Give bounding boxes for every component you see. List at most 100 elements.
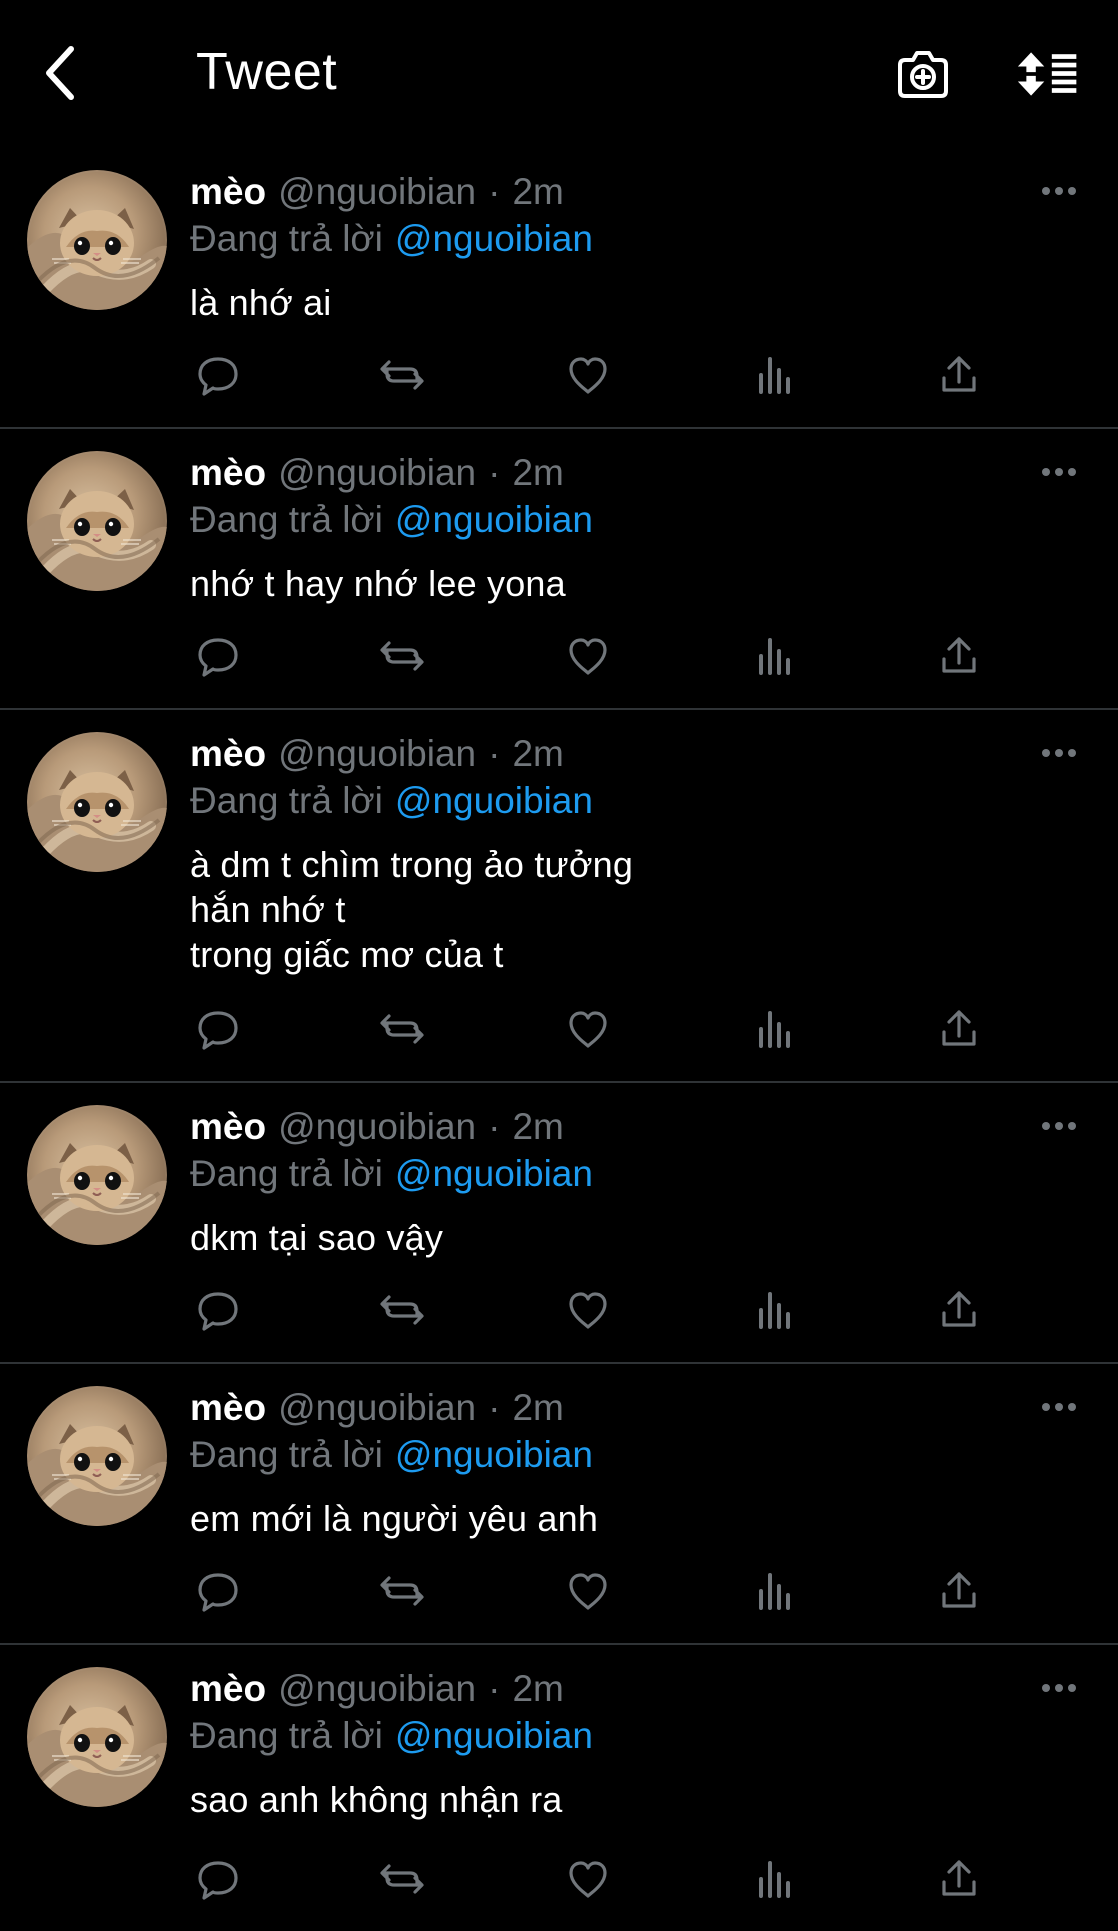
more-button[interactable] [1036,453,1082,491]
more-button[interactable] [1036,172,1082,210]
views-button[interactable] [746,628,802,684]
more-button[interactable] [1036,1107,1082,1145]
tweet-time[interactable]: 2m [512,1665,563,1713]
reply-button[interactable] [190,347,246,403]
analytics-icon [759,1011,790,1048]
views-button[interactable] [746,1851,802,1907]
tweet-time[interactable]: 2m [512,1103,563,1151]
tweet-meta: mèo @nguoibian · 2m [190,1384,1080,1432]
share-icon [942,1291,976,1327]
reply-to-handle[interactable]: @nguoibian [395,218,593,259]
reply-context: Đang trả lời @nguoibian [190,1432,1080,1478]
retweet-icon [380,641,424,671]
tweet-time[interactable]: 2m [512,449,563,497]
like-button[interactable] [560,628,616,684]
author-name[interactable]: mèo [190,1103,266,1151]
views-button[interactable] [746,1001,802,1057]
share-button[interactable] [931,1851,987,1907]
camera-button[interactable] [890,44,956,104]
retweet-button[interactable] [374,1563,430,1619]
retweet-button[interactable] [374,628,430,684]
author-handle[interactable]: @nguoibian [278,449,476,497]
author-name[interactable]: mèo [190,449,266,497]
tweet-text: dkm tại sao vậy [190,1217,444,1258]
author-name[interactable]: mèo [190,168,266,216]
author-name[interactable]: mèo [190,730,266,778]
share-button[interactable] [931,1001,987,1057]
share-button[interactable] [931,628,987,684]
views-button[interactable] [746,347,802,403]
author-name[interactable]: mèo [190,1665,266,1713]
views-button[interactable] [746,1563,802,1619]
more-horizontal-icon [1042,1403,1076,1411]
author-handle[interactable]: @nguoibian [278,730,476,778]
back-button[interactable] [30,36,90,110]
avatar[interactable] [27,1386,167,1526]
author-name[interactable]: mèo [190,1384,266,1432]
cat-avatar-icon [27,1705,167,1807]
retweet-button[interactable] [374,1851,430,1907]
tweet[interactable]: mèo @nguoibian · 2m Đang trả lời @nguoibi… [0,148,1118,429]
top-bar: Tweet [0,0,1118,148]
reply-button[interactable] [190,1282,246,1338]
like-button[interactable] [560,1563,616,1619]
reply-to-handle[interactable]: @nguoibian [395,1715,593,1756]
views-button[interactable] [746,1282,802,1338]
tweet[interactable]: mèo @nguoibian · 2m Đang trả lời @nguoibi… [0,710,1118,1083]
sort-button[interactable] [1016,44,1082,104]
more-horizontal-icon [1042,468,1076,476]
reply-button[interactable] [190,1851,246,1907]
tweet[interactable]: mèo @nguoibian · 2m Đang trả lời @nguoibi… [0,1364,1118,1645]
author-handle[interactable]: @nguoibian [278,168,476,216]
reply-label: Đang trả lời [190,218,383,259]
share-button[interactable] [931,347,987,403]
tweet[interactable]: mèo @nguoibian · 2m Đang trả lời @nguoibi… [0,1083,1118,1364]
avatar[interactable] [27,1105,167,1245]
like-button[interactable] [560,1282,616,1338]
author-handle[interactable]: @nguoibian [278,1665,476,1713]
tweet-time[interactable]: 2m [512,168,563,216]
reply-button[interactable] [190,1001,246,1057]
reply-context: Đang trả lời @nguoibian [190,216,1080,262]
like-button[interactable] [560,1851,616,1907]
tweet-meta: mèo @nguoibian · 2m [190,730,1080,778]
tweet[interactable]: mèo @nguoibian · 2m Đang trả lời @nguoibi… [0,429,1118,710]
reply-to-handle[interactable]: @nguoibian [395,780,593,821]
more-button[interactable] [1036,1669,1082,1707]
avatar[interactable] [27,1667,167,1807]
tweet-meta: mèo @nguoibian · 2m [190,449,1080,497]
reply-to-handle[interactable]: @nguoibian [395,1434,593,1475]
reply-to-handle[interactable]: @nguoibian [395,499,593,540]
tweet-actions [190,1851,986,1907]
reply-to-handle[interactable]: @nguoibian [395,1153,593,1194]
share-button[interactable] [931,1282,987,1338]
author-handle[interactable]: @nguoibian [278,1384,476,1432]
share-button[interactable] [931,1563,987,1619]
retweet-button[interactable] [374,1282,430,1338]
heart-icon [569,1292,607,1329]
tweet-time[interactable]: 2m [512,1384,563,1432]
more-button[interactable] [1036,734,1082,772]
more-button[interactable] [1036,1388,1082,1426]
cat-avatar-icon [27,1424,167,1526]
author-handle[interactable]: @nguoibian [278,1103,476,1151]
share-icon [942,1860,976,1896]
meta-separator: · [488,171,501,212]
tweet-actions [190,1001,986,1057]
retweet-button[interactable] [374,1001,430,1057]
tweet-time[interactable]: 2m [512,730,563,778]
reply-context: Đang trả lời @nguoibian [190,778,1080,824]
avatar[interactable] [27,451,167,591]
tweet-content: mèo @nguoibian · 2m Đang trả lời @nguoibi… [190,168,1080,325]
retweet-icon [380,1014,424,1044]
reply-button[interactable] [190,1563,246,1619]
tweet[interactable]: mèo @nguoibian · 2m Đang trả lời @nguoibi… [0,1645,1118,1931]
like-button[interactable] [560,1001,616,1057]
avatar[interactable] [27,732,167,872]
retweet-button[interactable] [374,347,430,403]
avatar[interactable] [27,170,167,310]
reply-button[interactable] [190,628,246,684]
like-button[interactable] [560,347,616,403]
tweet-thread-screen: Tweet mèo @nguoibian · 2m Đang trả lời @… [0,0,1118,1920]
reply-icon [198,1573,238,1612]
